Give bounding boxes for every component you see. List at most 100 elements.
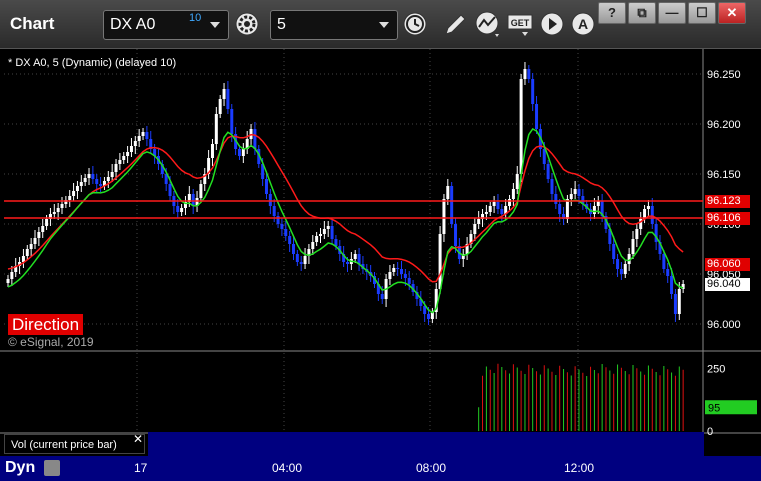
time-label: 12:00 xyxy=(564,461,595,475)
candle-body xyxy=(52,212,56,214)
candle-body xyxy=(56,208,60,212)
candle-body xyxy=(535,104,539,129)
price-axis-label: 96.000 xyxy=(707,319,741,331)
price-tag: 96.060 xyxy=(705,258,750,271)
candle-body xyxy=(33,238,37,244)
volume-axis-label: 0 xyxy=(707,426,713,438)
candle-body xyxy=(396,268,400,269)
candle-body xyxy=(488,206,492,212)
candle-body xyxy=(550,179,554,194)
interval-input[interactable]: 5 xyxy=(270,10,398,40)
chevron-down-icon[interactable] xyxy=(210,22,220,28)
maximize-button[interactable]: ☐ xyxy=(688,2,716,24)
candle-body xyxy=(72,191,76,196)
candle-body xyxy=(199,184,203,198)
candle-body xyxy=(677,289,681,314)
candle-body xyxy=(330,226,334,239)
candle-body xyxy=(137,136,141,141)
settings-button[interactable] xyxy=(232,10,262,38)
candle-body xyxy=(492,202,496,206)
window-title: Chart xyxy=(10,14,55,33)
price-axis-label: 96.200 xyxy=(707,119,741,131)
chevron-down-icon[interactable] xyxy=(379,22,389,28)
minimize-button[interactable]: — xyxy=(658,2,686,24)
alert-button[interactable]: A xyxy=(568,10,598,38)
svg-text:GET: GET xyxy=(511,18,530,28)
candle-body xyxy=(646,206,650,209)
candle-body xyxy=(83,178,87,182)
candle-body xyxy=(288,236,292,244)
symbol-input[interactable]: DX A0 10 xyxy=(103,10,229,40)
candle-body xyxy=(573,189,577,194)
time-axis[interactable] xyxy=(0,456,761,481)
help-button[interactable]: ? xyxy=(598,2,626,24)
svg-text:A: A xyxy=(578,16,588,32)
candle-body xyxy=(527,69,531,79)
candle-body xyxy=(87,174,91,178)
candle-body xyxy=(407,278,411,284)
replay-button[interactable] xyxy=(537,10,567,38)
candle-body xyxy=(230,109,234,134)
candle-body xyxy=(380,294,384,299)
candle-body xyxy=(322,229,326,234)
interval-value: 5 xyxy=(277,16,286,33)
candle-body xyxy=(29,244,33,249)
candle-body xyxy=(454,224,458,246)
candle-body xyxy=(427,314,431,319)
close-icon[interactable]: ✕ xyxy=(133,432,143,446)
candle-body xyxy=(145,132,149,139)
candle-body xyxy=(403,274,407,278)
time-button[interactable] xyxy=(400,10,430,38)
volume-tag-label: 95 xyxy=(708,402,720,414)
candle-body xyxy=(280,224,284,229)
candle-body xyxy=(291,244,295,254)
candle-body xyxy=(473,224,477,234)
candle-body xyxy=(237,149,241,156)
price-tag: 96.106 xyxy=(705,212,750,225)
candle-body xyxy=(442,199,446,234)
get-button[interactable]: GET xyxy=(506,10,536,38)
gear-icon xyxy=(235,12,259,36)
lock-icon[interactable] xyxy=(44,460,60,476)
close-button[interactable]: ✕ xyxy=(718,2,746,24)
candle-body xyxy=(392,268,396,272)
candle-body xyxy=(106,177,110,181)
candle-body xyxy=(318,234,322,236)
price-axis-label: 96.150 xyxy=(707,169,741,181)
candle-body xyxy=(400,269,404,274)
restore-button[interactable]: ⧉ xyxy=(628,2,656,24)
symbol-value: DX A0 xyxy=(110,16,156,33)
candle-body xyxy=(253,129,257,149)
chart-canvas[interactable]: 96.25096.20096.15096.10096.05096.0002500… xyxy=(0,49,761,456)
candle-body xyxy=(276,216,280,224)
candle-body xyxy=(45,219,49,226)
candle-body xyxy=(531,79,535,104)
candle-body xyxy=(110,172,114,177)
candle-body xyxy=(623,264,627,274)
candle-body xyxy=(438,234,442,289)
candle-body xyxy=(284,229,288,236)
studies-button[interactable] xyxy=(474,10,504,38)
candle-body xyxy=(79,182,83,186)
candle-body xyxy=(631,239,635,254)
candle-body xyxy=(126,152,130,156)
candle-body xyxy=(569,194,573,199)
price-axis-label: 96.250 xyxy=(707,69,741,81)
dynamic-mode-label[interactable]: Dyn xyxy=(5,459,35,477)
price-tag: 96.040 xyxy=(705,278,750,291)
candle-body xyxy=(670,276,674,294)
candle-body xyxy=(91,174,95,179)
candle-body xyxy=(650,206,654,224)
candle-body xyxy=(542,149,546,164)
candle-body xyxy=(41,226,45,232)
candle-body xyxy=(388,272,392,279)
volume-study-label: Vol (current price bar) xyxy=(4,434,145,454)
draw-button[interactable] xyxy=(440,10,470,38)
candle-body xyxy=(272,206,276,216)
candle-body xyxy=(484,212,488,214)
direction-label: Direction xyxy=(8,314,84,335)
candle-body xyxy=(508,199,512,206)
candle-body xyxy=(141,132,145,136)
candle-body xyxy=(500,209,504,214)
candle-body xyxy=(515,174,519,189)
